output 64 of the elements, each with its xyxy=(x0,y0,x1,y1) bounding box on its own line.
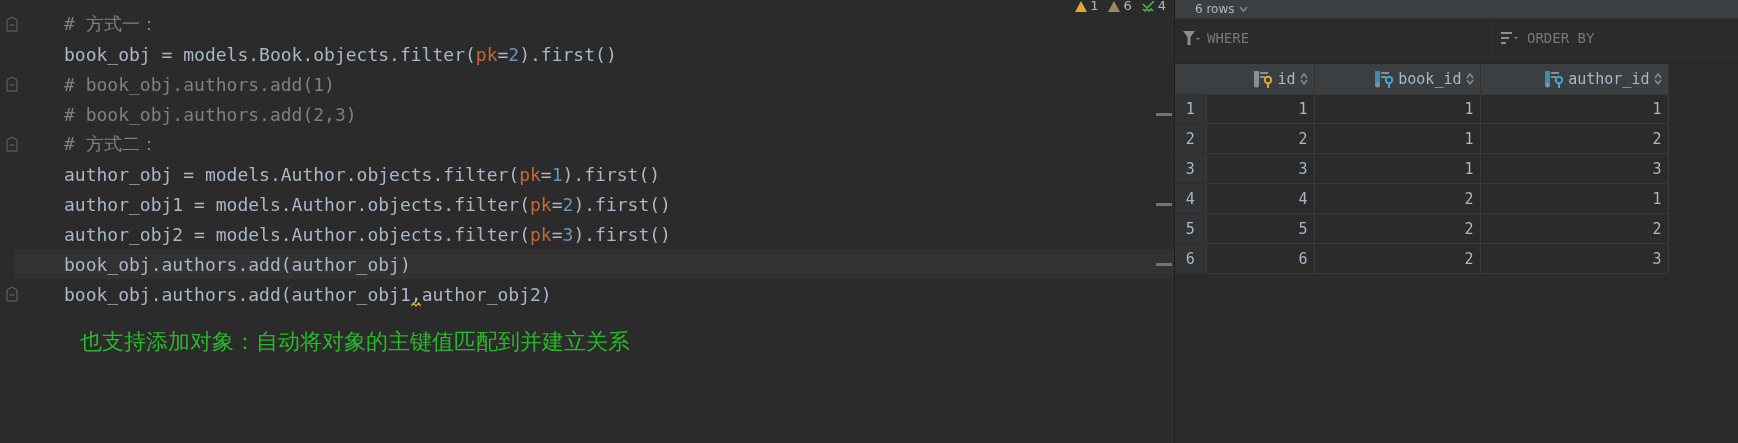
code-line: # book_obj.authors.add(1) xyxy=(64,73,336,95)
code-line: author_obj1 = models.Author.objects.filter(pk=2).first() xyxy=(64,193,672,215)
order-by-field[interactable]: ORDER BY xyxy=(1493,19,1738,57)
sort-lines-icon xyxy=(1501,32,1521,44)
fold-icon[interactable] xyxy=(6,76,18,92)
inspection-count[interactable]: 6 xyxy=(1108,0,1132,12)
warning-icon xyxy=(1075,0,1088,12)
code-line: # book_obj.authors.add(2,3) xyxy=(64,103,358,125)
table-cell: 2 xyxy=(1314,213,1480,244)
code-line: author_obj2 = models.Author.objects.filter(pk=3).first() xyxy=(64,223,672,245)
table-cell: 2 xyxy=(1480,213,1668,244)
table-cell: 1 xyxy=(1314,94,1480,124)
row-count-dropdown[interactable]: 6 rows xyxy=(1195,2,1248,16)
column-key-icon xyxy=(1544,69,1565,88)
code-line: author_obj = models.Author.objects.filter(pk=1).first() xyxy=(64,163,662,185)
table-cell: 3 xyxy=(1480,153,1668,184)
error-stripe-mark[interactable] xyxy=(1156,112,1172,116)
inspection-count[interactable]: 1 xyxy=(1075,0,1099,12)
caret-icon xyxy=(1238,6,1248,12)
table-cell: 5 xyxy=(1206,213,1314,244)
table-cell: 2 xyxy=(1314,243,1480,274)
where-filter-field[interactable]: WHERE xyxy=(1175,19,1493,57)
row-number: 3 xyxy=(1175,153,1206,184)
row-number: 6 xyxy=(1175,243,1206,274)
table-cell: 1 xyxy=(1480,183,1668,214)
fold-icon[interactable] xyxy=(6,16,18,32)
table-cell: 6 xyxy=(1206,243,1314,274)
error-stripe-mark[interactable] xyxy=(1156,202,1172,206)
row-number: 1 xyxy=(1175,94,1206,124)
row-number: 2 xyxy=(1175,123,1206,154)
filter-icon xyxy=(1183,31,1201,45)
column-key-icon xyxy=(1374,69,1395,88)
annotation-text: 也支持添加对象：自动将对象的主键值匹配到并建立关系 xyxy=(80,328,631,356)
warning-squiggle-icon xyxy=(410,301,421,307)
code-line: book_obj = models.Book.objects.filter(pk=2).first() xyxy=(64,43,618,65)
table-cell: 1 xyxy=(1314,123,1480,154)
table-cell: 2 xyxy=(1206,123,1314,154)
sort-icon[interactable] xyxy=(1299,72,1308,85)
check-icon xyxy=(1141,0,1155,12)
fold-icon[interactable] xyxy=(6,286,18,302)
code-line: book_obj.authors.add(author_obj1,author_obj2) xyxy=(64,283,553,305)
table-cell: 2 xyxy=(1314,183,1480,214)
warning-icon xyxy=(1108,0,1121,12)
table-cell: 4 xyxy=(1206,183,1314,214)
code-line: # 方式二： xyxy=(64,132,159,156)
column-key-icon xyxy=(1253,69,1274,88)
table-cell: 2 xyxy=(1480,123,1668,154)
code-line: book_obj.authors.add(author_obj) xyxy=(64,253,412,275)
table-cell: 3 xyxy=(1480,243,1668,274)
sort-icon[interactable] xyxy=(1465,72,1474,85)
table-cell: 1 xyxy=(1480,94,1668,124)
column-header[interactable]: id xyxy=(1206,64,1314,94)
code-line: # 方式一： xyxy=(64,12,159,36)
table-cell: 3 xyxy=(1206,153,1314,184)
fold-icon[interactable] xyxy=(6,136,18,152)
error-stripe-mark[interactable] xyxy=(1156,262,1172,266)
row-number: 5 xyxy=(1175,213,1206,244)
row-number: 4 xyxy=(1175,183,1206,214)
table-cell: 1 xyxy=(1206,94,1314,124)
column-header[interactable]: book_id xyxy=(1314,64,1480,94)
inspection-count[interactable]: 4 xyxy=(1141,0,1166,12)
sort-icon[interactable] xyxy=(1653,72,1662,85)
table-cell: 1 xyxy=(1314,153,1480,184)
column-header[interactable]: author_id xyxy=(1480,64,1668,94)
